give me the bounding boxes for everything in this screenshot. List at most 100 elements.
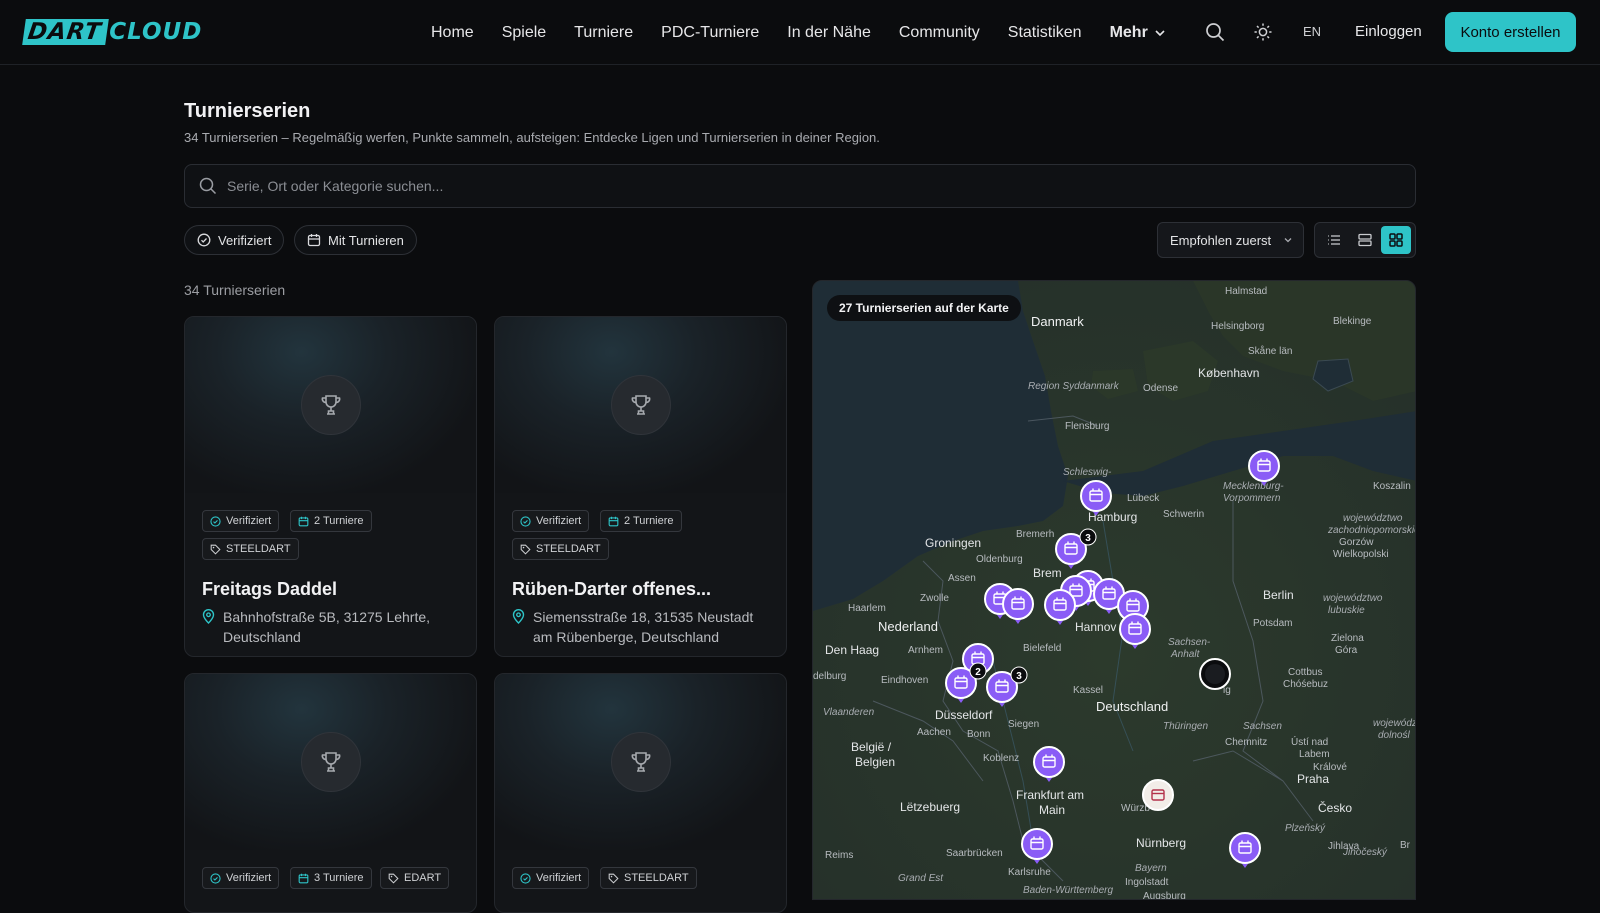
tournament-count-badge: 3 Turniere xyxy=(290,867,372,889)
map-label: Karlsruhe xyxy=(1008,867,1051,878)
card-address: Siemensstraße 18, 31535 Neustadt am Rübe… xyxy=(512,607,774,647)
map-label: Siegen xyxy=(1008,719,1039,730)
map-label: Sachsen xyxy=(1243,721,1282,732)
map-label: København xyxy=(1198,366,1259,380)
map-label: Koblenz xyxy=(983,753,1019,764)
trophy-placeholder xyxy=(611,375,671,435)
list-view-button[interactable] xyxy=(1319,226,1349,254)
category-label: STEELDART xyxy=(536,543,601,555)
map-label: Brem xyxy=(1033,566,1062,580)
map-label: Düsseldorf xyxy=(935,708,993,722)
map-label: Danmark xyxy=(1031,314,1084,329)
tournament-count-label: 3 Turniere xyxy=(314,872,364,884)
map-label: Arnhem xyxy=(908,645,943,656)
search-icon xyxy=(199,177,217,195)
map-label: Zwolle xyxy=(920,593,949,604)
map-label: Kassel xyxy=(1073,685,1103,696)
category-label: STEELDART xyxy=(624,872,689,884)
card-address: Bahnhofstraße 5B, 31275 Lehrte, Deutschl… xyxy=(202,607,464,647)
map-label: dolnośl xyxy=(1378,730,1410,741)
category-badge: STEELDART xyxy=(512,538,609,560)
verified-check-icon xyxy=(520,872,531,884)
logo-part-cloud: CLOUD xyxy=(109,19,203,45)
nav-turniere[interactable]: Turniere xyxy=(560,24,647,42)
map-label: Mecklenburg- xyxy=(1223,481,1284,492)
filter-verified-chip[interactable]: Verifiziert xyxy=(184,225,285,255)
nav-more-dropdown[interactable]: Mehr xyxy=(1096,24,1180,42)
create-account-button[interactable]: Konto erstellen xyxy=(1445,12,1576,52)
category-label: STEELDART xyxy=(226,543,291,555)
tournament-count-label: 2 Turniere xyxy=(624,515,674,527)
verified-badge: Verifiziert xyxy=(512,867,590,889)
dartcloud-logo[interactable]: DART CLOUD xyxy=(22,19,203,45)
chevron-down-icon xyxy=(1284,238,1292,243)
theme-toggle-button[interactable] xyxy=(1251,20,1275,44)
calendar-icon xyxy=(608,516,619,526)
map-label: Odense xyxy=(1143,383,1178,394)
grid-map-view-button[interactable] xyxy=(1381,226,1412,254)
map-label: Gorzów xyxy=(1339,537,1374,548)
series-card[interactable]: Verifiziert STEELDART xyxy=(494,673,787,913)
map-label: Br xyxy=(1400,840,1411,851)
series-card[interactable]: Verifiziert 2 Turniere STEELDART Rüben-D… xyxy=(494,316,787,657)
nav-home[interactable]: Home xyxy=(417,24,488,42)
map-label: Grand Est xyxy=(898,873,944,884)
map-label: Assen xyxy=(948,573,976,584)
nav-more-label: Mehr xyxy=(1109,23,1148,41)
verified-check-icon xyxy=(210,515,221,527)
map-label: Hannov xyxy=(1075,620,1116,634)
login-link[interactable]: Einloggen xyxy=(1355,23,1422,40)
tag-icon xyxy=(608,873,619,884)
list-icon xyxy=(1327,235,1340,245)
tag-icon xyxy=(520,544,531,555)
category-badge: STEELDART xyxy=(202,538,299,560)
search-button[interactable] xyxy=(1203,20,1227,44)
trophy-icon xyxy=(321,395,341,415)
marker-count-badge: 2 xyxy=(969,662,987,680)
map-label: Bonn xyxy=(967,729,990,740)
map-label: delburg xyxy=(813,671,846,682)
nav-in-der-naehe[interactable]: In der Nähe xyxy=(773,24,885,42)
grid-icon xyxy=(1389,233,1404,247)
compact-view-button[interactable] xyxy=(1350,226,1380,254)
verified-check-icon xyxy=(197,233,211,247)
map-label: Potsdam xyxy=(1253,618,1292,629)
nav-spiele[interactable]: Spiele xyxy=(488,24,560,42)
map-label: Chemnitz xyxy=(1225,737,1267,748)
map-label: Ingolstadt xyxy=(1125,877,1169,888)
nav-pdc-turniere[interactable]: PDC-Turniere xyxy=(647,24,773,42)
series-card[interactable]: Verifiziert 2 Turniere STEELDART Freitag… xyxy=(184,316,477,657)
marker-count-badge: 3 xyxy=(1010,666,1028,684)
sort-select[interactable]: Empfohlen zuerst xyxy=(1157,222,1304,258)
map-label: województwo xyxy=(1323,593,1383,604)
map-label: Vlaanderen xyxy=(823,707,875,718)
map-label: Flensburg xyxy=(1065,421,1109,432)
series-map[interactable]: Danmark Halmstad Helsingborg Blekinge Sk… xyxy=(812,280,1416,900)
verified-badge: Verifiziert xyxy=(202,510,280,532)
tournament-series-marker-avatar[interactable] xyxy=(1199,658,1231,690)
map-label: Baden-Württemberg xyxy=(1023,885,1113,896)
card-title: Rüben-Darter offenes... xyxy=(512,579,712,599)
map-canvas[interactable]: Danmark Halmstad Helsingborg Blekinge Sk… xyxy=(813,281,1416,900)
card-address-text: Siemensstraße 18, 31535 Neustadt am Rübe… xyxy=(533,609,754,645)
verified-check-icon xyxy=(520,515,531,527)
nav-community[interactable]: Community xyxy=(885,24,994,42)
map-label: Blekinge xyxy=(1333,316,1372,327)
map-label: Frankfurt am xyxy=(1016,788,1084,802)
series-card[interactable]: Verifiziert 3 Turniere EDART xyxy=(184,673,477,913)
map-label: Česko xyxy=(1318,800,1352,815)
map-label: België / xyxy=(851,740,892,754)
map-label: zachodniopomorskie xyxy=(1327,525,1416,536)
map-label: Ústí nad xyxy=(1291,735,1328,748)
tournament-series-marker-avatar[interactable] xyxy=(1142,779,1174,811)
language-switch[interactable]: EN xyxy=(1303,24,1321,39)
map-label: Nederland xyxy=(878,619,938,634)
nav-statistiken[interactable]: Statistiken xyxy=(994,24,1096,42)
search-input[interactable] xyxy=(227,178,1327,194)
filter-verified-label: Verifiziert xyxy=(218,232,272,248)
filter-with-tournaments-chip[interactable]: Mit Turnieren xyxy=(294,225,417,255)
map-label: Reims xyxy=(825,850,853,861)
sun-icon xyxy=(1254,23,1272,41)
verified-badge: Verifiziert xyxy=(512,510,590,532)
map-label: Koszalin xyxy=(1373,481,1411,492)
